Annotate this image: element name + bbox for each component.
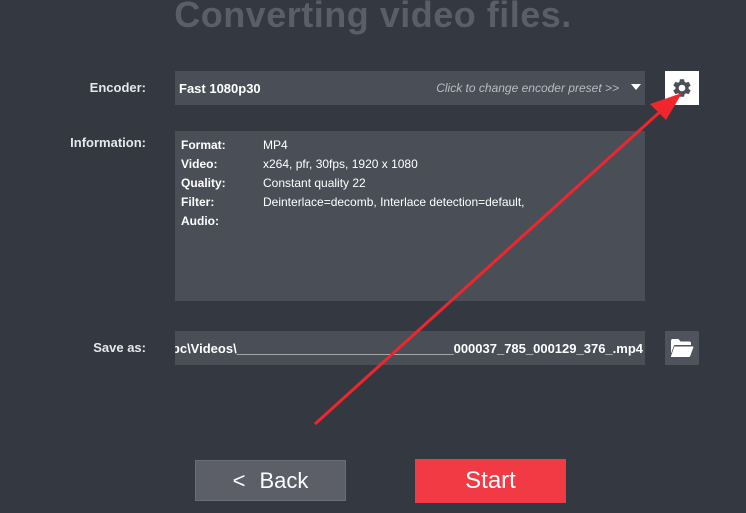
chevron-down-icon[interactable] [631, 84, 641, 90]
back-button[interactable]: < Back [195, 460, 346, 501]
information-panel: Format: MP4 Video: x264, pfr, 30fps, 192… [175, 131, 645, 301]
info-key: Format: [181, 138, 226, 152]
info-key: Quality: [181, 176, 226, 190]
encoder-value: Fast 1080p30 [179, 81, 261, 96]
browse-button[interactable] [665, 331, 699, 365]
encoder-select[interactable]: Fast 1080p30 Click to change encoder pre… [175, 71, 645, 105]
encoder-settings-button[interactable] [665, 71, 699, 105]
info-value: x264, pfr, 30fps, 1920 x 1080 [263, 157, 418, 171]
folder-open-icon [670, 339, 694, 357]
page-title: Converting video files. [174, 0, 572, 35]
start-button[interactable]: Start [415, 459, 566, 503]
encoder-hint: Click to change encoder preset >> [436, 81, 619, 95]
back-symbol: < [232, 467, 246, 493]
info-key: Video: [181, 157, 218, 171]
info-value: Constant quality 22 [263, 176, 366, 190]
save-path-field[interactable]: s\pc\Videos\____________________________… [175, 331, 645, 365]
info-key: Filter: [181, 195, 215, 209]
back-label: Back [259, 467, 309, 493]
gear-icon [673, 79, 691, 97]
encoder-label: Encoder: [89, 80, 146, 95]
start-label: Start [465, 467, 516, 494]
save-path-value: s\pc\Videos\____________________________… [175, 341, 643, 356]
information-label: Information: [70, 135, 146, 150]
save-as-label: Save as: [93, 340, 146, 355]
info-value: MP4 [263, 138, 288, 152]
info-value: Deinterlace=decomb, Interlace detection=… [263, 195, 525, 209]
info-key: Audio: [181, 214, 219, 228]
